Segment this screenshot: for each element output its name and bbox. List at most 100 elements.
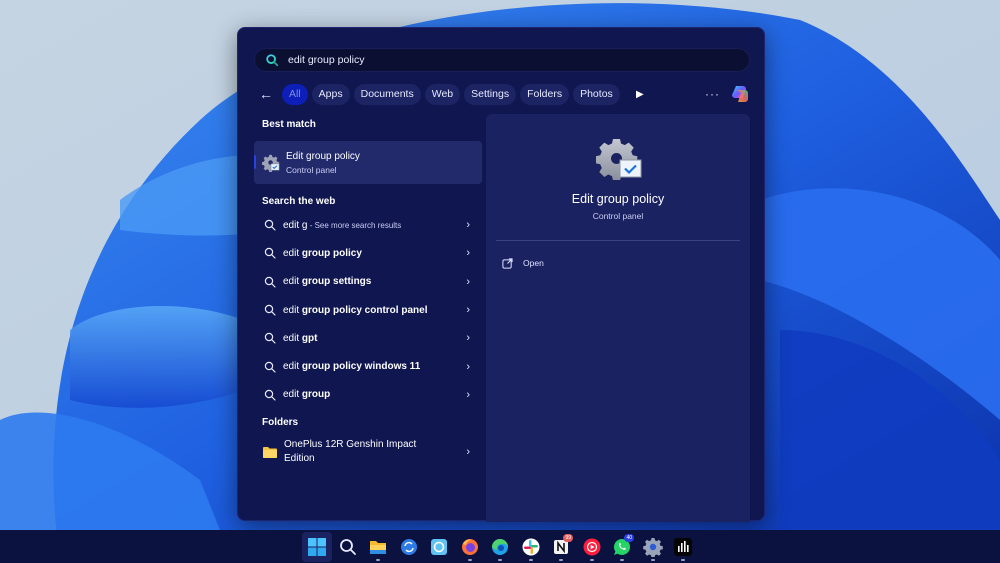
web-suggestion[interactable]: edit group › — [254, 381, 482, 409]
taskbar-edge[interactable] — [485, 532, 516, 562]
slack-icon — [522, 538, 539, 555]
divider — [496, 240, 740, 241]
web-suggestion[interactable]: edit group policy control panel › — [254, 296, 482, 324]
running-indicator — [620, 558, 624, 561]
detail-title: Edit group policy — [571, 192, 665, 206]
sync-icon — [400, 538, 417, 555]
suggestion-text: edit group — [283, 389, 331, 401]
running-indicator — [528, 558, 533, 561]
taskbar-whatsapp[interactable]: 40 — [607, 532, 638, 562]
folder-item[interactable]: OnePlus 12R Genshin Impact Edition › — [254, 432, 482, 472]
filter-settings[interactable]: Settings — [464, 83, 517, 105]
filter-documents[interactable]: Documents — [353, 83, 421, 105]
suggestion-text: edit group policy windows 11 — [283, 361, 421, 373]
best-match-subtitle: Control panel — [286, 164, 337, 175]
chevron-right-icon: › — [466, 247, 470, 260]
taskbar-firefox[interactable] — [454, 532, 485, 562]
notification-badge: 99 — [563, 533, 574, 542]
gear-icon — [642, 537, 663, 557]
web-suggestion[interactable]: edit g - See more search results › — [254, 211, 482, 239]
folder-name: OnePlus 12R Genshin Impact Edition — [284, 439, 417, 465]
filter-folders[interactable]: Folders — [520, 83, 570, 105]
taskbar-sync-app[interactable] — [393, 532, 424, 562]
best-match-header: Best match — [262, 118, 316, 130]
taskbar-slack[interactable] — [515, 532, 546, 562]
web-suggestion[interactable]: edit group settings › — [254, 268, 482, 296]
detail-pane: Edit group policy Control panel Open — [486, 114, 750, 522]
running-indicator — [376, 558, 380, 561]
best-match-title: Edit group policy — [286, 150, 360, 162]
search-box[interactable] — [254, 48, 750, 72]
search-icon — [266, 54, 279, 67]
web-suggestion[interactable]: edit gpt › — [254, 324, 482, 352]
suggestion-text: edit group settings — [283, 276, 372, 288]
running-indicator — [650, 558, 655, 561]
taskbar-quick-assist[interactable] — [424, 532, 455, 562]
suggestion-text: edit g - See more search results — [283, 219, 402, 231]
chevron-right-icon: › — [466, 275, 470, 288]
chevron-right-icon: › — [466, 388, 470, 401]
group-policy-icon — [596, 139, 642, 180]
folders-header: Folders — [262, 416, 299, 428]
results-list: Best match Edit group policy Control pan… — [254, 114, 482, 472]
search-icon — [264, 361, 276, 373]
taskbar-start[interactable] — [301, 531, 333, 562]
chevron-right-icon: › — [466, 360, 470, 373]
running-indicator — [467, 558, 472, 561]
play-icon: ▶ — [635, 88, 644, 100]
search-icon — [264, 389, 276, 401]
taskbar-search[interactable] — [332, 532, 363, 562]
search-icon — [264, 219, 276, 231]
chevron-right-icon: › — [466, 304, 470, 317]
folder-icon — [263, 446, 277, 458]
suggestion-text: edit group policy — [283, 247, 362, 259]
detail-subtitle: Control panel — [592, 211, 644, 221]
quick-assist-icon — [431, 538, 447, 555]
running-indicator — [681, 558, 685, 561]
folder-icon — [370, 540, 386, 554]
search-icon — [264, 276, 276, 288]
start-search-panel: ← All Apps Documents Web Settings Folder… — [237, 27, 765, 522]
edge-icon — [492, 538, 508, 555]
open-action[interactable]: Open — [502, 254, 544, 272]
windows-logo-icon — [308, 537, 326, 556]
suggestion-text: edit gpt — [283, 332, 318, 344]
open-external-icon — [502, 257, 513, 269]
running-indicator — [589, 558, 594, 561]
taskbar: 99 40 — [0, 530, 1000, 563]
filter-all[interactable]: All — [282, 83, 308, 105]
suggestion-text: edit group policy control panel — [283, 304, 428, 316]
running-indicator — [559, 558, 563, 561]
search-icon — [264, 248, 276, 260]
back-button[interactable]: ← — [254, 83, 278, 105]
taskbar-youtube-music[interactable] — [576, 532, 607, 562]
running-indicator — [498, 558, 502, 561]
group-policy-icon — [262, 154, 280, 172]
copilot-icon[interactable] — [730, 84, 750, 104]
filter-bar: ← All Apps Documents Web Settings Folder… — [254, 82, 750, 106]
equalizer-icon — [674, 537, 692, 556]
arrow-left-icon: ← — [259, 86, 273, 102]
taskbar-audio-app[interactable] — [668, 532, 699, 562]
chevron-right-icon: › — [466, 219, 470, 232]
web-suggestion[interactable]: edit group policy › — [254, 239, 482, 267]
best-match-item[interactable]: Edit group policy Control panel — [254, 141, 482, 184]
search-icon — [264, 304, 276, 316]
notification-badge: 40 — [624, 533, 635, 542]
more-options-button[interactable]: ··· — [705, 87, 720, 101]
taskbar-settings[interactable] — [637, 532, 668, 562]
chevron-right-icon: › — [466, 332, 470, 345]
more-filters-button[interactable]: ▶ — [630, 84, 650, 104]
taskbar-file-explorer[interactable] — [363, 532, 394, 562]
filter-web[interactable]: Web — [424, 83, 461, 105]
firefox-icon — [461, 538, 478, 555]
youtube-music-icon — [583, 538, 600, 555]
filter-apps[interactable]: Apps — [311, 83, 350, 105]
search-icon — [264, 333, 276, 344]
web-suggestion[interactable]: edit group policy windows 11 › — [254, 352, 482, 380]
taskbar-notion[interactable]: 99 — [546, 532, 577, 562]
search-web-header: Search the web — [262, 195, 336, 207]
search-input[interactable] — [288, 54, 728, 66]
filter-photos[interactable]: Photos — [573, 83, 620, 105]
search-icon — [339, 538, 356, 555]
